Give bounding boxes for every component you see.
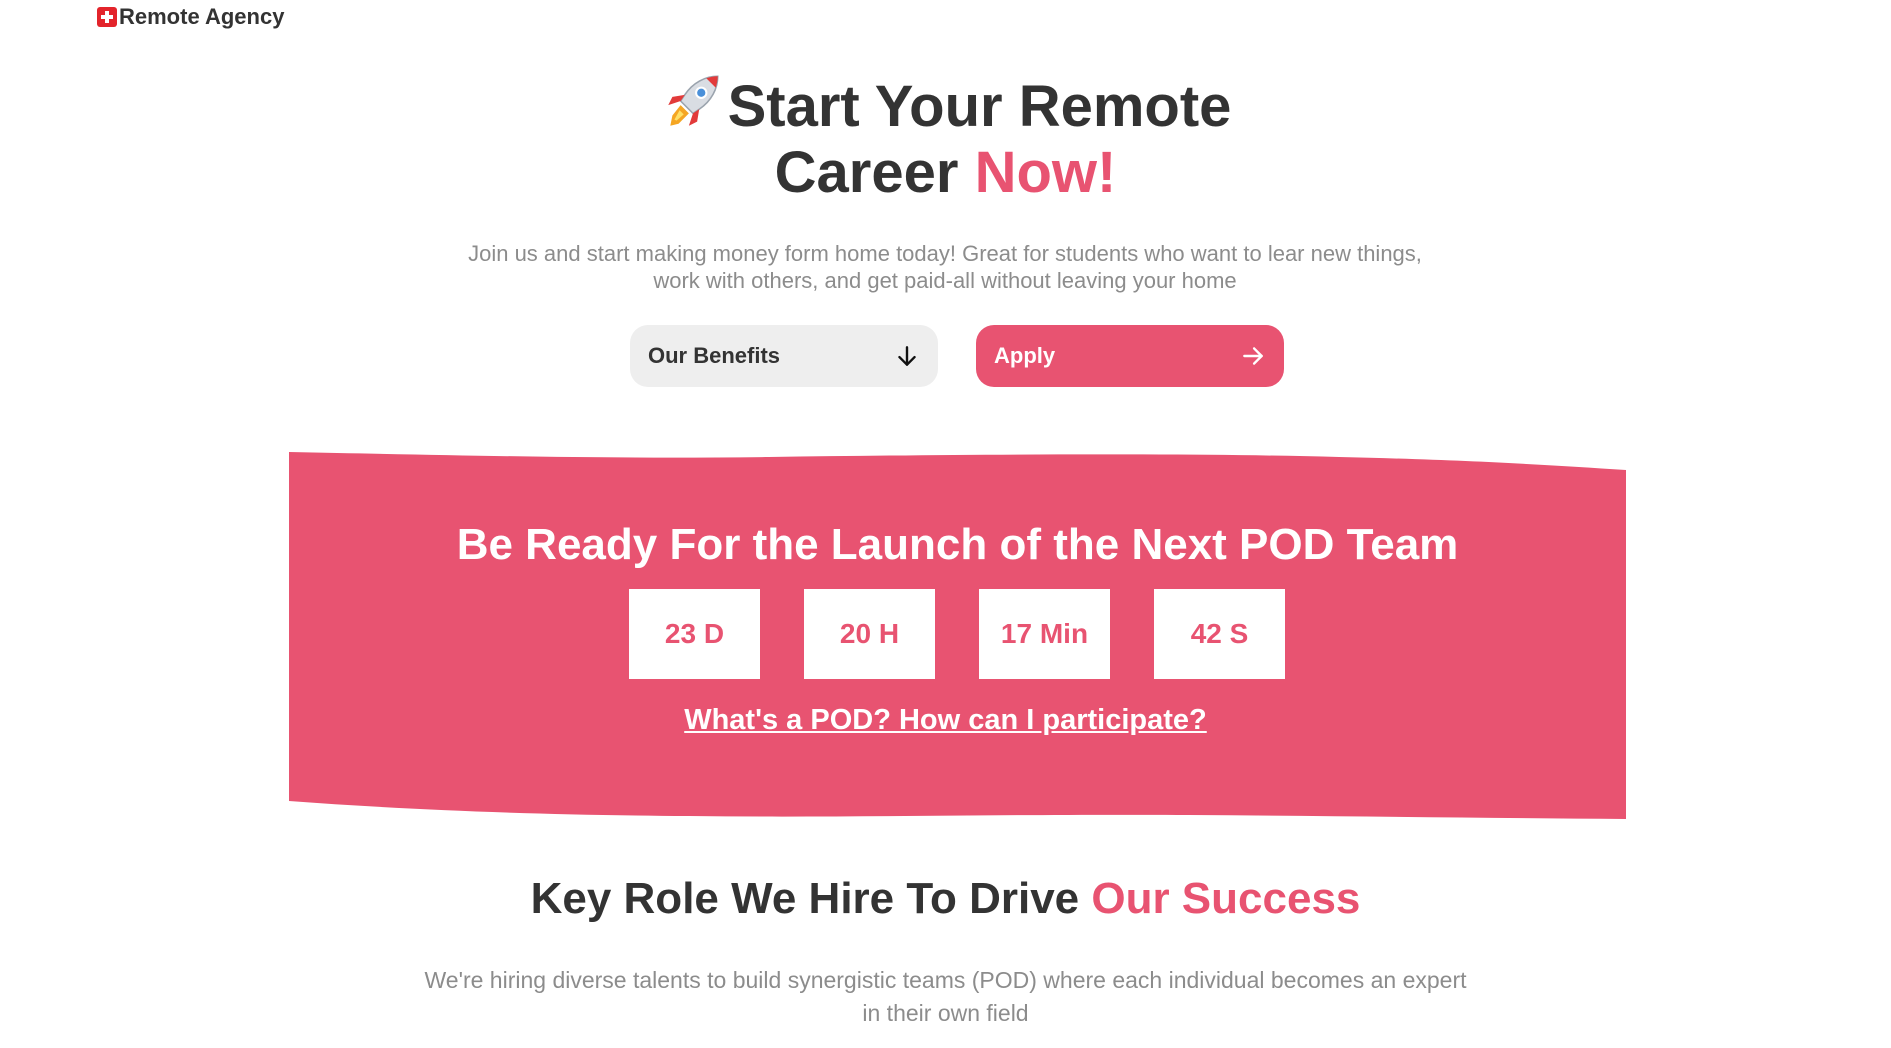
- apply-label: Apply: [994, 343, 1056, 368]
- pod-info-link[interactable]: What's a POD? How can I participate?: [0, 704, 1891, 737]
- our-benefits-label: Our Benefits: [648, 343, 781, 368]
- roles-title-accent: Our Success: [1091, 874, 1361, 923]
- arrow-right-icon: [1243, 347, 1263, 365]
- countdown-timer: 23 D 20 H 17 Min 42 S: [629, 589, 1285, 679]
- arrow-down-icon: [898, 346, 916, 366]
- launch-title: Be Ready For the Launch of the Next POD …: [456, 520, 1459, 569]
- page: Remote Agency Start Your Remote Career N…: [0, 0, 1891, 1048]
- hero-title-accent: Now!: [974, 140, 1117, 205]
- countdown-days: 23 D: [629, 589, 760, 679]
- brand-logo[interactable]: Remote Agency: [97, 4, 284, 30]
- hero-title-line2: Career: [774, 140, 975, 205]
- hero-subtitle: Join us and start making money form home…: [468, 241, 1422, 293]
- brand-name: Remote Agency: [119, 4, 285, 29]
- countdown-hours: 20 H: [804, 589, 935, 679]
- rocket-icon: [667, 75, 719, 126]
- countdown-seconds: 42 S: [1154, 589, 1285, 679]
- hero-title: Start Your Remote Career Now!: [0, 68, 1891, 206]
- roles-subtitle: We're hiring diverse talents to build sy…: [424, 967, 1467, 1026]
- hero-title-line1: Start Your Remote: [727, 74, 1232, 139]
- countdown-minutes: 17 Min: [979, 589, 1110, 679]
- swiss-flag-icon: [97, 7, 117, 27]
- our-benefits-button[interactable]: Our Benefits: [630, 325, 938, 387]
- apply-button[interactable]: Apply: [976, 325, 1284, 387]
- roles-title: Key Role We Hire To Drive Our Success: [0, 874, 1891, 924]
- roles-title-main: Key Role We Hire To Drive: [530, 874, 1092, 923]
